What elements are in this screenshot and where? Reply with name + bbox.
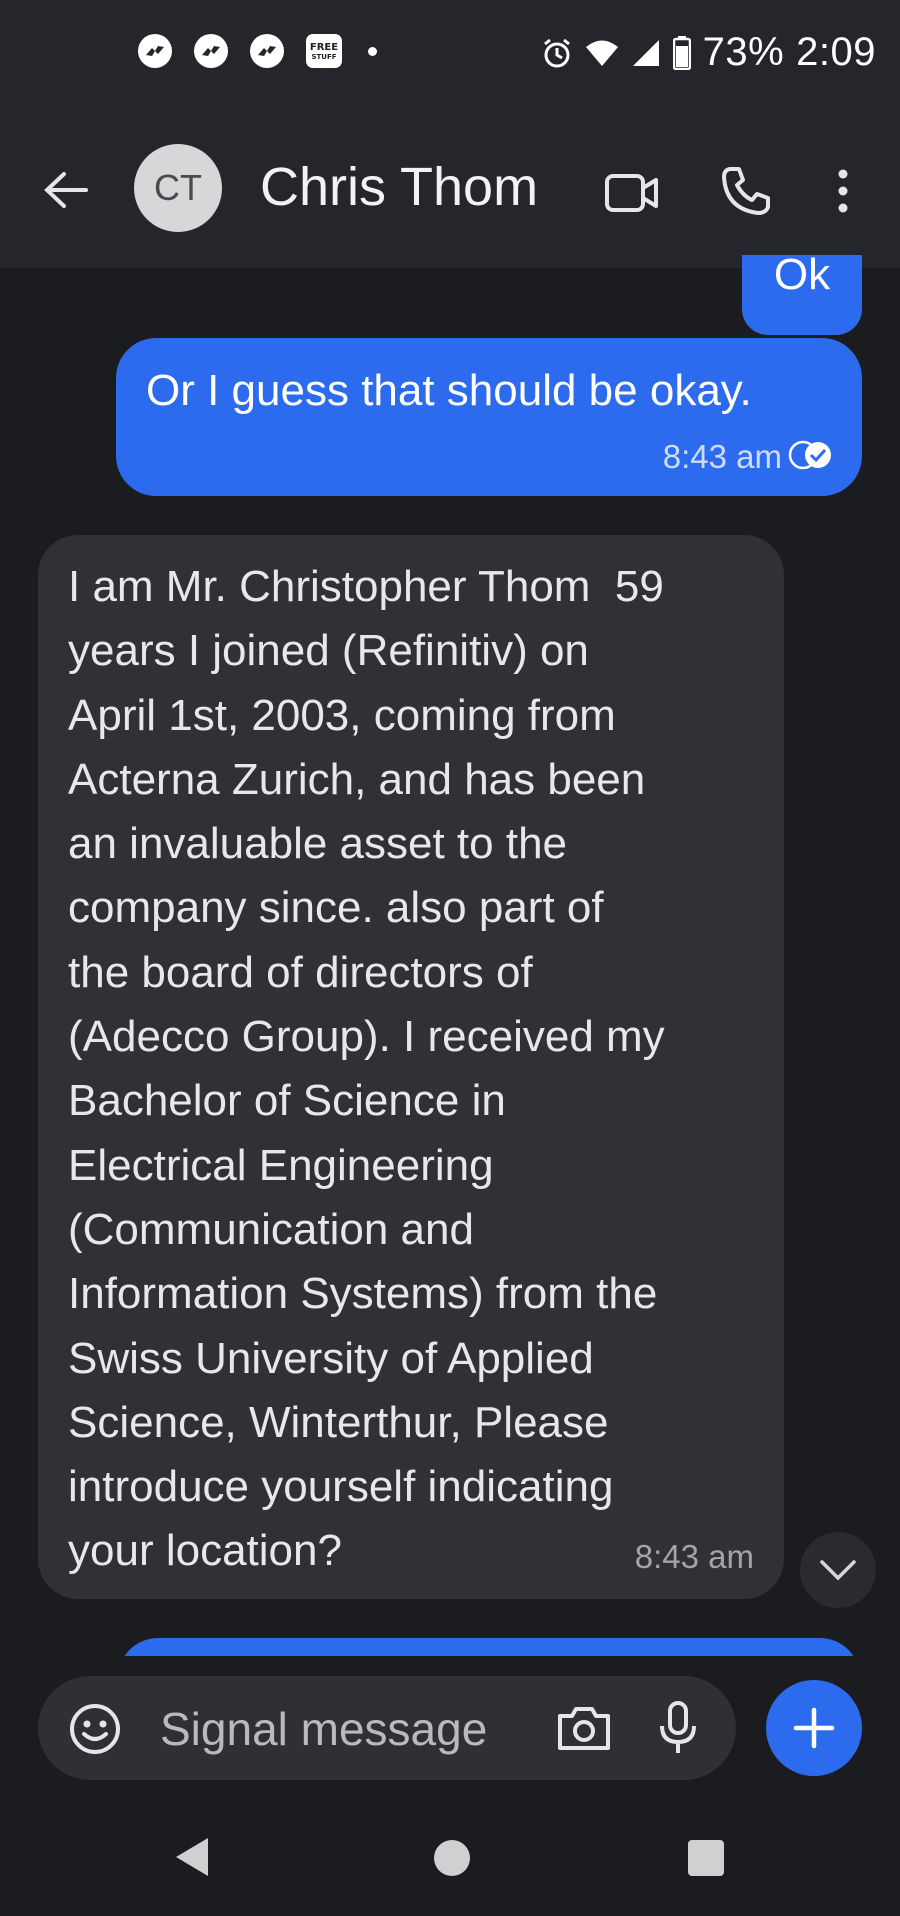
messenger-icon [250, 34, 284, 68]
more-notifications-dot-icon [368, 46, 377, 56]
message-input[interactable] [158, 1698, 582, 1760]
wifi-icon [585, 40, 618, 66]
phone-call-icon[interactable] [720, 165, 772, 217]
status-indicators: 73% 2:09 [541, 30, 876, 75]
avatar-initials: CT [154, 167, 202, 208]
contact-name[interactable]: Chris Thom [260, 156, 538, 218]
cell-signal-icon [632, 39, 659, 66]
messenger-icon [194, 34, 228, 68]
message-text: I am Mr. Christopher Thom 59 years I joi… [68, 562, 665, 1576]
free-stuff-icon: FREE STUFF [306, 34, 342, 68]
plus-icon [793, 1707, 835, 1749]
nav-home-icon[interactable] [434, 1840, 470, 1876]
battery-percent: 73% [702, 30, 785, 74]
video-call-icon[interactable] [604, 172, 660, 214]
attach-button[interactable] [766, 1680, 862, 1776]
system-navigation-bar [0, 1800, 900, 1916]
outgoing-message-bubble[interactable]: Or I guess that should be okay. 8:43 am [116, 338, 862, 496]
message-timestamp: 8:43 am [634, 1538, 754, 1575]
camera-icon[interactable] [556, 1704, 612, 1752]
status-bar: FREE STUFF 73% 2:09 [0, 0, 900, 110]
messenger-icon [138, 34, 172, 68]
message-text: Ok [773, 255, 831, 299]
scroll-to-bottom-button[interactable] [800, 1532, 876, 1608]
message-timestamp: 8:43 am [662, 438, 782, 475]
microphone-icon[interactable] [658, 1700, 698, 1756]
emoji-icon[interactable] [68, 1702, 122, 1756]
conversation-header: CT Chris Thom [0, 110, 900, 268]
alarm-icon [543, 38, 570, 67]
nav-recents-icon[interactable] [688, 1840, 724, 1876]
message-text: Or I guess that should be okay. [146, 366, 752, 415]
chevron-down-icon [820, 1560, 856, 1581]
message-composer [38, 1676, 736, 1780]
nav-back-icon[interactable] [174, 1836, 210, 1878]
battery-icon [672, 35, 691, 70]
notification-icons: FREE STUFF [138, 34, 377, 68]
free-badge-line1: FREE [309, 41, 339, 53]
more-options-icon[interactable] [836, 168, 850, 214]
avatar[interactable]: CT [134, 144, 222, 232]
back-arrow-icon[interactable] [42, 170, 90, 210]
read-receipt-icon [788, 440, 831, 470]
free-badge-line2: STUFF [311, 52, 337, 61]
outgoing-message-bubble[interactable]: Ok [742, 255, 862, 335]
clock: 2:09 [796, 30, 876, 74]
incoming-message-bubble[interactable]: I am Mr. Christopher Thom 59 years I joi… [38, 535, 784, 1599]
